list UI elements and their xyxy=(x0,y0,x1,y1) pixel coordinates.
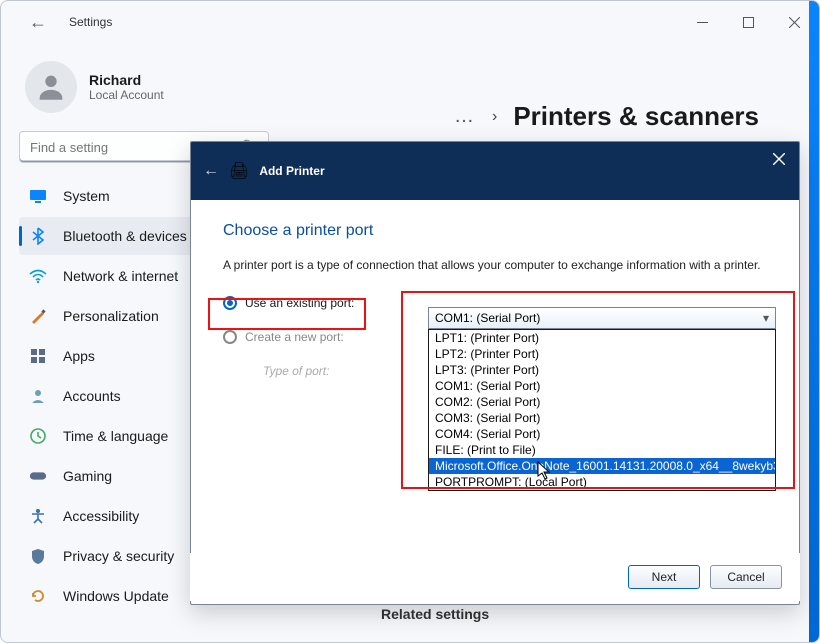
sidebar-item-label: Personalization xyxy=(63,308,159,324)
port-option[interactable]: COM1: (Serial Port) xyxy=(429,378,775,394)
dialog-heading: Choose a printer port xyxy=(223,222,767,240)
dialog-header: ← 🖨 Add Printer xyxy=(191,142,799,200)
chevron-right-icon: › xyxy=(492,108,497,126)
port-option[interactable]: PORTPROMPT: (Local Port) xyxy=(429,474,775,490)
dialog-back-icon[interactable]: ← xyxy=(203,162,219,180)
port-selected-value: COM1: (Serial Port) xyxy=(435,311,540,325)
minimize-button[interactable] xyxy=(679,6,725,38)
window-title: Settings xyxy=(69,15,112,29)
related-settings-heading: Related settings xyxy=(381,606,489,622)
accounts-icon xyxy=(29,387,47,405)
time-icon xyxy=(29,427,47,445)
sidebar-item-label: Apps xyxy=(63,348,95,364)
dialog-footer: Next Cancel xyxy=(190,553,800,601)
printer-icon: 🖨 xyxy=(229,161,249,181)
sidebar-item-label: System xyxy=(63,188,110,204)
sidebar-item-label: Gaming xyxy=(63,468,112,484)
sidebar-item-label: Network & internet xyxy=(63,268,178,284)
dialog-close-button[interactable] xyxy=(767,148,791,170)
settings-window: ← Settings Richard Local Account 🔍 xyxy=(0,0,820,643)
port-combobox[interactable]: COM1: (Serial Port) ▾ xyxy=(428,307,776,329)
avatar xyxy=(25,61,77,113)
sidebar-item-label: Accessibility xyxy=(63,508,139,524)
system-icon xyxy=(29,187,47,205)
user-name: Richard xyxy=(89,72,164,88)
sidebar-item-label: Privacy & security xyxy=(63,548,174,564)
privacy-icon xyxy=(29,547,47,565)
port-option[interactable]: LPT2: (Printer Port) xyxy=(429,346,775,362)
port-option[interactable]: COM3: (Serial Port) xyxy=(429,410,775,426)
network-icon xyxy=(29,267,47,285)
user-sub: Local Account xyxy=(89,88,164,102)
radio-icon xyxy=(223,330,237,344)
page-title: Printers & scanners xyxy=(513,101,759,132)
port-dropdown-list[interactable]: LPT1: (Printer Port)LPT2: (Printer Port)… xyxy=(428,329,776,491)
next-button[interactable]: Next xyxy=(628,565,700,589)
titlebar: ← Settings xyxy=(1,1,819,43)
accessibility-icon xyxy=(29,507,47,525)
sidebar-item-label: Time & language xyxy=(63,428,168,444)
desktop-edge xyxy=(809,1,819,642)
cancel-button[interactable]: Cancel xyxy=(710,565,782,589)
port-option[interactable]: LPT1: (Printer Port) xyxy=(429,330,775,346)
maximize-button[interactable] xyxy=(725,6,771,38)
port-option[interactable]: LPT3: (Printer Port) xyxy=(429,362,775,378)
port-option[interactable]: COM2: (Serial Port) xyxy=(429,394,775,410)
radio-existing-label: Use an existing port: xyxy=(245,296,354,310)
radio-icon xyxy=(223,296,237,310)
apps-icon xyxy=(29,347,47,365)
dialog-title: Add Printer xyxy=(259,164,324,178)
window-controls xyxy=(679,6,817,38)
radio-new-label: Create a new port: xyxy=(245,330,344,344)
sidebar-item-label: Bluetooth & devices xyxy=(63,228,187,244)
sidebar-item-label: Windows Update xyxy=(63,588,169,604)
port-option[interactable]: COM4: (Serial Port) xyxy=(429,426,775,442)
breadcrumb: … › Printers & scanners xyxy=(296,101,789,132)
dialog-description: A printer port is a type of connection t… xyxy=(223,258,767,272)
bluetooth-icon xyxy=(29,227,47,245)
personalization-icon xyxy=(29,307,47,325)
breadcrumb-dots[interactable]: … xyxy=(454,105,476,128)
user-tile[interactable]: Richard Local Account xyxy=(19,61,282,113)
sidebar-item-label: Accounts xyxy=(63,388,121,404)
back-icon[interactable]: ← xyxy=(29,12,47,33)
chevron-down-icon: ▾ xyxy=(763,311,769,325)
gaming-icon xyxy=(29,467,47,485)
port-option[interactable]: FILE: (Print to File) xyxy=(429,442,775,458)
port-option[interactable]: Microsoft.Office.OneNote_16001.14131.200… xyxy=(429,458,775,474)
update-icon xyxy=(29,587,47,605)
